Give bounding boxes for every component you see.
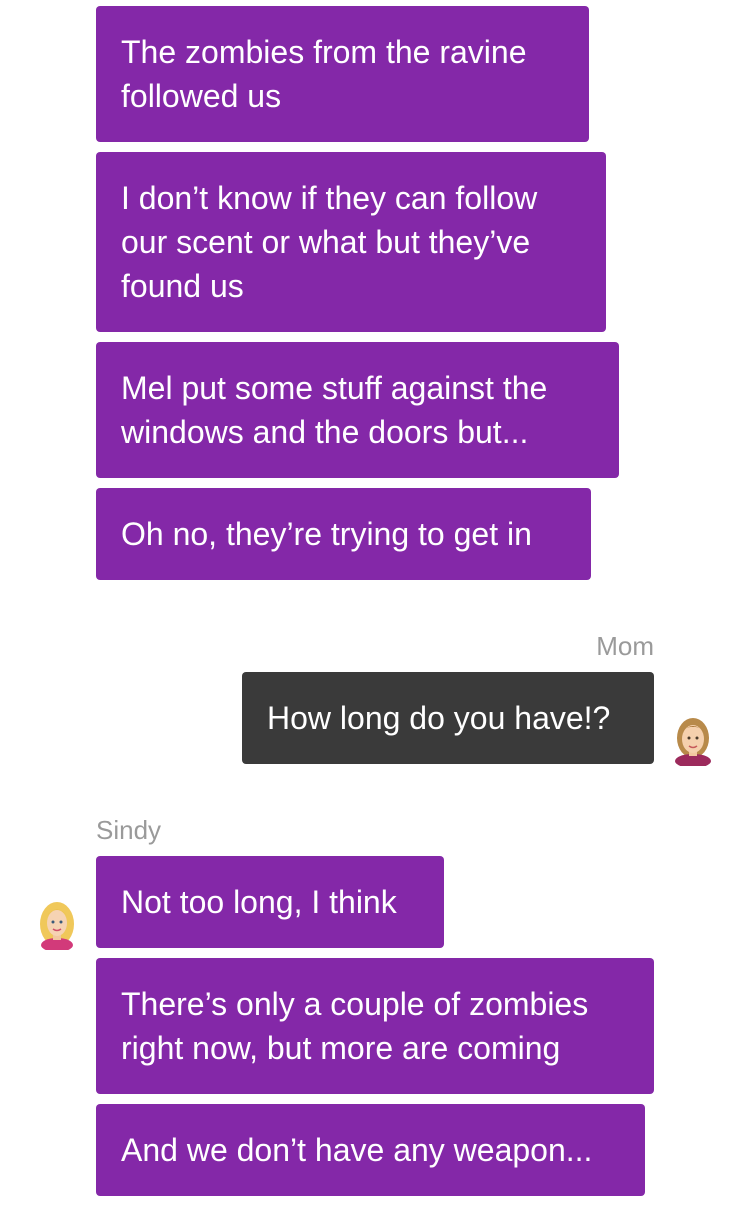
message-text: Mel put some stuff against the windows a… [121,370,548,450]
message-bubble-incoming[interactable]: Mel put some stuff against the windows a… [96,342,619,478]
message-bubble-outgoing[interactable]: How long do you have!? [242,672,654,764]
message-text: The zombies from the ravine followed us [121,34,527,114]
message-text: Not too long, I think [121,884,397,920]
message-bubble-incoming[interactable]: Oh no, they’re trying to get in [96,488,591,580]
message-text: Oh no, they’re trying to get in [121,516,532,552]
message-bubble-incoming[interactable]: There’s only a couple of zombies right n… [96,958,654,1094]
message-bubble-incoming[interactable]: I don’t know if they can follow our scen… [96,152,606,332]
message-bubble-incoming[interactable]: The zombies from the ravine followed us [96,6,589,142]
message-text: There’s only a couple of zombies right n… [121,986,589,1066]
message-text: And we don’t have any weapon... [121,1132,593,1168]
sindy-avatar-icon[interactable] [35,898,79,950]
message-bubble-incoming[interactable]: Not too long, I think [96,856,444,948]
sender-name-sindy: Sindy [96,815,162,845]
message-text: How long do you have!? [267,700,611,736]
sender-name-mom: Mom [596,631,654,661]
message-text: I don’t know if they can follow our scen… [121,180,538,304]
mom-avatar-icon[interactable] [671,714,715,766]
message-bubble-incoming[interactable]: And we don’t have any weapon... [96,1104,645,1196]
